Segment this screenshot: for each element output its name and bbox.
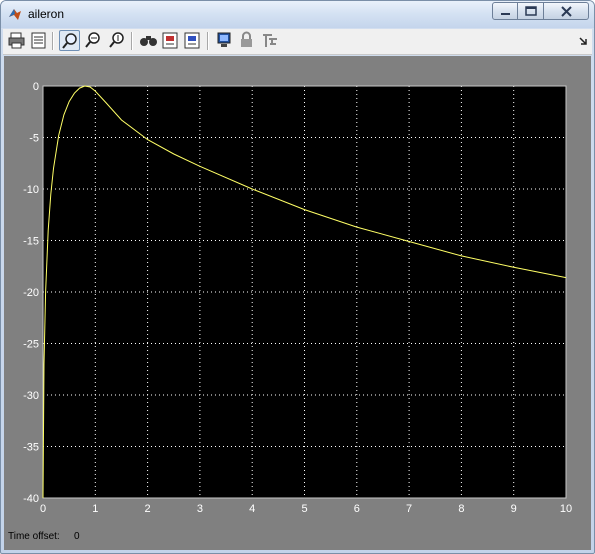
y-tick-label: -40: [23, 493, 39, 505]
x-tick-label: 9: [511, 503, 517, 515]
zoom-y-button[interactable]: [107, 30, 128, 51]
close-button[interactable]: [544, 2, 589, 20]
x-tick-label: 8: [458, 503, 464, 515]
signal-selection-button[interactable]: [260, 30, 281, 51]
dock-arrow-icon[interactable]: [577, 35, 589, 47]
minimize-button[interactable]: [492, 2, 518, 20]
x-tick-label: 4: [249, 503, 255, 515]
save-axes-button[interactable]: [160, 30, 181, 51]
save-axes-icon: [162, 32, 178, 49]
toolbar-separator: [207, 32, 209, 50]
y-tick-label: -30: [23, 390, 39, 402]
y-tick-label: -5: [29, 133, 39, 145]
y-tick-label: -20: [23, 287, 39, 299]
x-tick-label: 7: [406, 503, 412, 515]
x-tick-label: 5: [301, 503, 307, 515]
x-tick-label: 1: [92, 503, 98, 515]
toolbar-separator: [52, 32, 54, 50]
y-tick-label: -10: [23, 184, 39, 196]
lock-icon: [241, 31, 252, 47]
x-tick-label: 6: [354, 503, 360, 515]
x-tick-label: 2: [145, 503, 151, 515]
print-button[interactable]: [6, 30, 27, 51]
toolbar-separator: [131, 32, 133, 50]
x-tick-label: 0: [40, 503, 46, 515]
restore-axes-icon: [184, 32, 200, 49]
autoscale-button[interactable]: [138, 30, 159, 51]
y-tick-label: -15: [23, 236, 39, 248]
zoom-x-button[interactable]: [83, 30, 104, 51]
y-tick-label: -25: [23, 339, 39, 351]
x-tick-label: 10: [560, 503, 572, 515]
minimize-icon: [501, 13, 510, 15]
x-tick-label: 3: [197, 503, 203, 515]
lock-axes-button[interactable]: [236, 30, 257, 51]
floating-scope-icon: [217, 32, 231, 47]
floating-scope-button[interactable]: [214, 30, 235, 51]
print-icon: [8, 32, 25, 49]
parameters-icon: [31, 32, 46, 49]
maximize-icon: [525, 6, 537, 16]
window-title: aileron: [28, 7, 65, 21]
zoom-x-icon: [85, 32, 100, 48]
zoom-y-icon: [109, 32, 124, 48]
scope-window: aileron 0 1 2 3 4 5 6 7 8 9 10 0 -5 -10 …: [0, 0, 595, 554]
zoom-icon: [62, 33, 77, 49]
restore-axes-button[interactable]: [182, 30, 203, 51]
close-icon: [561, 6, 572, 17]
title-bar[interactable]: aileron: [1, 1, 594, 28]
scope-plot[interactable]: 0 1 2 3 4 5 6 7 8 9 10 0 -5 -10 -15 -20 -25 -30 -35 -40: [4, 56, 591, 550]
zoom-button[interactable]: [59, 30, 80, 51]
parameters-button[interactable]: [28, 30, 49, 51]
autoscale-icon: [140, 36, 157, 46]
toolbar: [3, 29, 592, 55]
scope-figure: 0 1 2 3 4 5 6 7 8 9 10 0 -5 -10 -15 -20 -25 -30 -35 -40 Tim…: [4, 56, 591, 550]
time-offset-label: Time offset:: [8, 531, 60, 542]
maximize-button[interactable]: [518, 2, 544, 20]
signal-selection-icon: [263, 34, 277, 47]
y-tick-label: -35: [23, 442, 39, 454]
y-tick-label: 0: [33, 81, 39, 93]
time-offset-value: 0: [74, 531, 80, 542]
matlab-icon: [9, 9, 21, 20]
